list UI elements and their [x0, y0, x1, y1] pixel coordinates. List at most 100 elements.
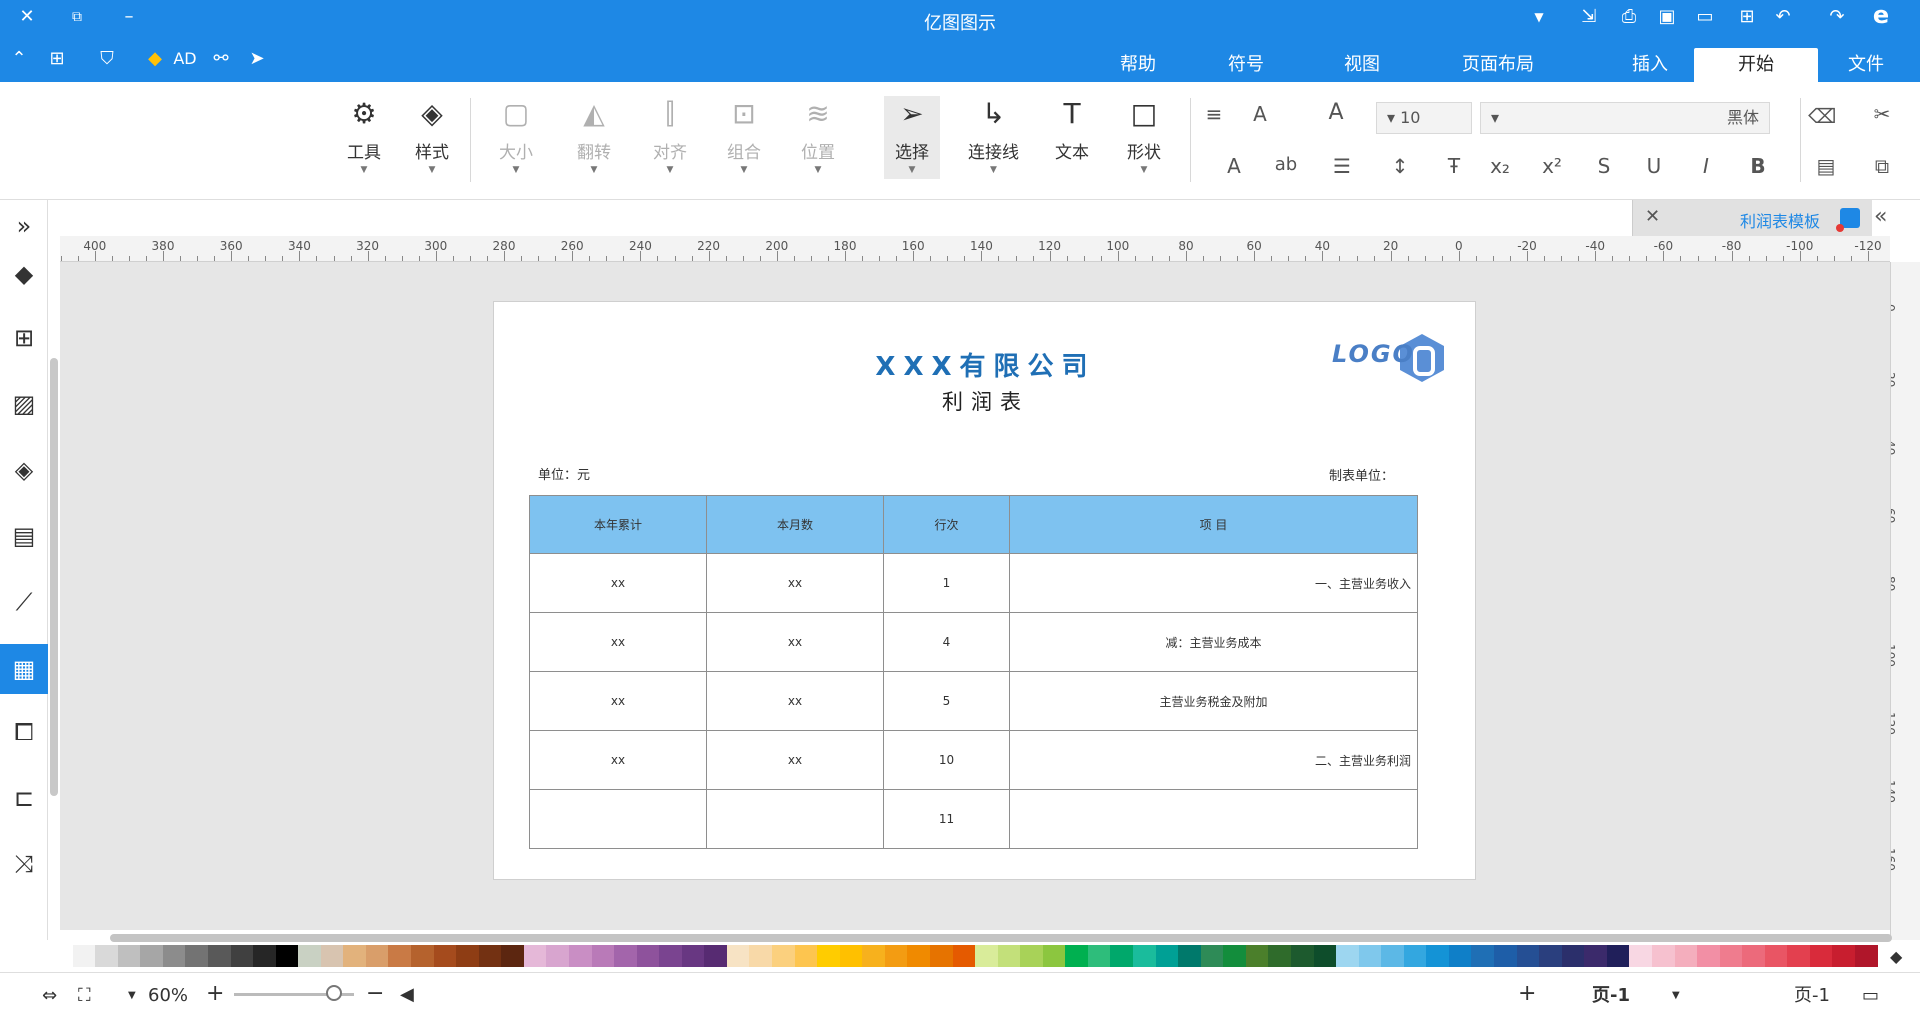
- bullets-icon[interactable]: ☰: [1328, 154, 1356, 178]
- color-swatch[interactable]: [1178, 945, 1201, 967]
- cell-month[interactable]: [706, 789, 884, 849]
- tab-help[interactable]: 帮助: [1094, 48, 1182, 82]
- fullscreen-icon[interactable]: ⛶: [78, 985, 91, 1007]
- color-swatch[interactable]: [411, 945, 434, 967]
- text-direction-icon[interactable]: Ŧ: [1440, 154, 1468, 178]
- add-page-icon[interactable]: +: [1518, 983, 1536, 1005]
- color-swatch[interactable]: [1268, 945, 1291, 967]
- fill-icon[interactable]: ◆: [6, 256, 42, 292]
- color-swatch[interactable]: [433, 945, 457, 967]
- color-swatch[interactable]: [1381, 945, 1404, 967]
- vertical-scrollbar[interactable]: [50, 358, 58, 796]
- document-page[interactable]: LOGO XXX有限公司 利润表 单位：元 制表单位： 本年累计 本月数 行次 …: [493, 301, 1476, 880]
- income-table[interactable]: 本年累计 本月数 行次 项 目 xx xx 1 一、主营业务收入 xx xx 4…: [529, 495, 1418, 849]
- expand-panel-icon[interactable]: »: [6, 208, 42, 244]
- text-button[interactable]: T 文本: [1054, 96, 1090, 164]
- cell-year[interactable]: xx: [529, 612, 707, 672]
- color-swatch[interactable]: [568, 945, 592, 967]
- open-icon[interactable]: ▭: [1694, 6, 1716, 28]
- color-swatch[interactable]: [726, 945, 750, 967]
- size-button[interactable]: ▢ 大小 ▼: [498, 96, 534, 176]
- minimize-icon[interactable]: –: [118, 6, 140, 28]
- color-swatch[interactable]: [1155, 945, 1179, 967]
- export-icon[interactable]: ⇲: [1578, 6, 1600, 28]
- cell-line[interactable]: 1: [883, 553, 1010, 613]
- color-swatch[interactable]: [839, 945, 863, 967]
- tab-insert[interactable]: 插入: [1606, 48, 1694, 82]
- horizontal-scrollbar[interactable]: [110, 934, 1892, 942]
- select-button[interactable]: ➢ 选择 ▼: [884, 96, 940, 179]
- bold-icon[interactable]: B: [1744, 154, 1772, 178]
- color-swatch[interactable]: [523, 945, 547, 967]
- symbols-grid-icon[interactable]: ⊞: [6, 320, 42, 356]
- header-item[interactable]: 项 目: [1009, 495, 1418, 554]
- connector-button[interactable]: ↳ 连接线 ▼: [968, 96, 1019, 176]
- currency-unit[interactable]: 单位：元: [538, 464, 590, 483]
- fit-width-icon[interactable]: ⇔: [42, 985, 57, 1007]
- color-swatch[interactable]: [862, 945, 885, 967]
- color-swatch[interactable]: [1313, 945, 1337, 967]
- align-button[interactable]: ⫿ 对齐 ▼: [652, 96, 688, 176]
- color-swatch[interactable]: [1087, 945, 1111, 967]
- color-swatch[interactable]: [1584, 945, 1607, 967]
- color-swatch[interactable]: [929, 945, 953, 967]
- color-swatch[interactable]: [1855, 945, 1878, 967]
- strikethrough-icon[interactable]: S: [1590, 154, 1618, 178]
- play-icon[interactable]: ◀: [400, 984, 414, 1006]
- color-swatch[interactable]: [1403, 945, 1427, 967]
- color-swatch[interactable]: [1042, 945, 1066, 967]
- color-swatch[interactable]: [1539, 945, 1562, 967]
- color-swatch[interactable]: [365, 945, 389, 967]
- group-button[interactable]: ⊡ 组合 ▼: [726, 96, 762, 176]
- cell-line[interactable]: 11: [883, 789, 1010, 849]
- image-icon[interactable]: ▨: [6, 386, 42, 422]
- collapse-ribbon-icon[interactable]: ⌃: [8, 48, 30, 70]
- color-swatch[interactable]: [659, 945, 682, 967]
- color-swatch[interactable]: [207, 945, 231, 967]
- color-swatch[interactable]: [591, 945, 615, 967]
- color-swatch[interactable]: [952, 945, 976, 967]
- font-family-select[interactable]: ▾ 黑体: [1480, 102, 1770, 134]
- color-swatch[interactable]: [275, 945, 299, 967]
- color-swatch[interactable]: [501, 945, 524, 967]
- color-swatch[interactable]: [72, 945, 96, 967]
- color-swatch[interactable]: [1719, 945, 1743, 967]
- underline-icon[interactable]: U: [1640, 154, 1668, 178]
- layers-panel-icon[interactable]: ◈: [6, 452, 42, 488]
- italic-icon[interactable]: I: [1692, 154, 1720, 178]
- zoom-out-icon[interactable]: −: [366, 983, 384, 1005]
- color-swatch[interactable]: [1426, 945, 1449, 967]
- font-size-select[interactable]: ▾ 10: [1376, 102, 1472, 134]
- color-swatch[interactable]: [1606, 945, 1630, 967]
- color-swatch[interactable]: [749, 945, 772, 967]
- color-swatch[interactable]: [1290, 945, 1314, 967]
- color-swatch[interactable]: [907, 945, 930, 967]
- color-palette[interactable]: [50, 945, 1878, 967]
- color-swatch[interactable]: [884, 945, 908, 967]
- ad-label[interactable]: AD: [170, 48, 200, 70]
- save-icon[interactable]: ▣: [1656, 6, 1678, 28]
- color-swatch[interactable]: [636, 945, 660, 967]
- cell-line[interactable]: 5: [883, 671, 1010, 731]
- color-swatch[interactable]: [343, 945, 366, 967]
- shape-button[interactable]: □ 形状 ▼: [1126, 96, 1162, 176]
- report-subtitle[interactable]: 利润表: [494, 386, 1477, 416]
- color-swatch[interactable]: [681, 945, 705, 967]
- tab-file[interactable]: 文件: [1822, 48, 1910, 82]
- format-panel-icon[interactable]: ⊏: [6, 780, 42, 816]
- preparer-unit[interactable]: 制表单位：: [1329, 465, 1394, 484]
- collapse-right-icon[interactable]: «: [1874, 204, 1887, 229]
- color-swatch[interactable]: [298, 945, 321, 967]
- share-icon[interactable]: ⚯: [210, 48, 232, 70]
- cell-year[interactable]: [529, 789, 707, 849]
- color-swatch[interactable]: [975, 945, 998, 967]
- color-swatch[interactable]: [1200, 945, 1224, 967]
- color-swatch[interactable]: [1629, 945, 1652, 967]
- color-swatch[interactable]: [1110, 945, 1133, 967]
- color-swatch[interactable]: [1245, 945, 1269, 967]
- cell-month[interactable]: xx: [706, 671, 884, 731]
- header-year[interactable]: 本年累计: [529, 495, 707, 554]
- shirt-icon[interactable]: ⛉: [96, 48, 118, 70]
- diamond-icon[interactable]: ◆: [144, 48, 166, 70]
- font-increase-icon[interactable]: A: [1322, 100, 1350, 125]
